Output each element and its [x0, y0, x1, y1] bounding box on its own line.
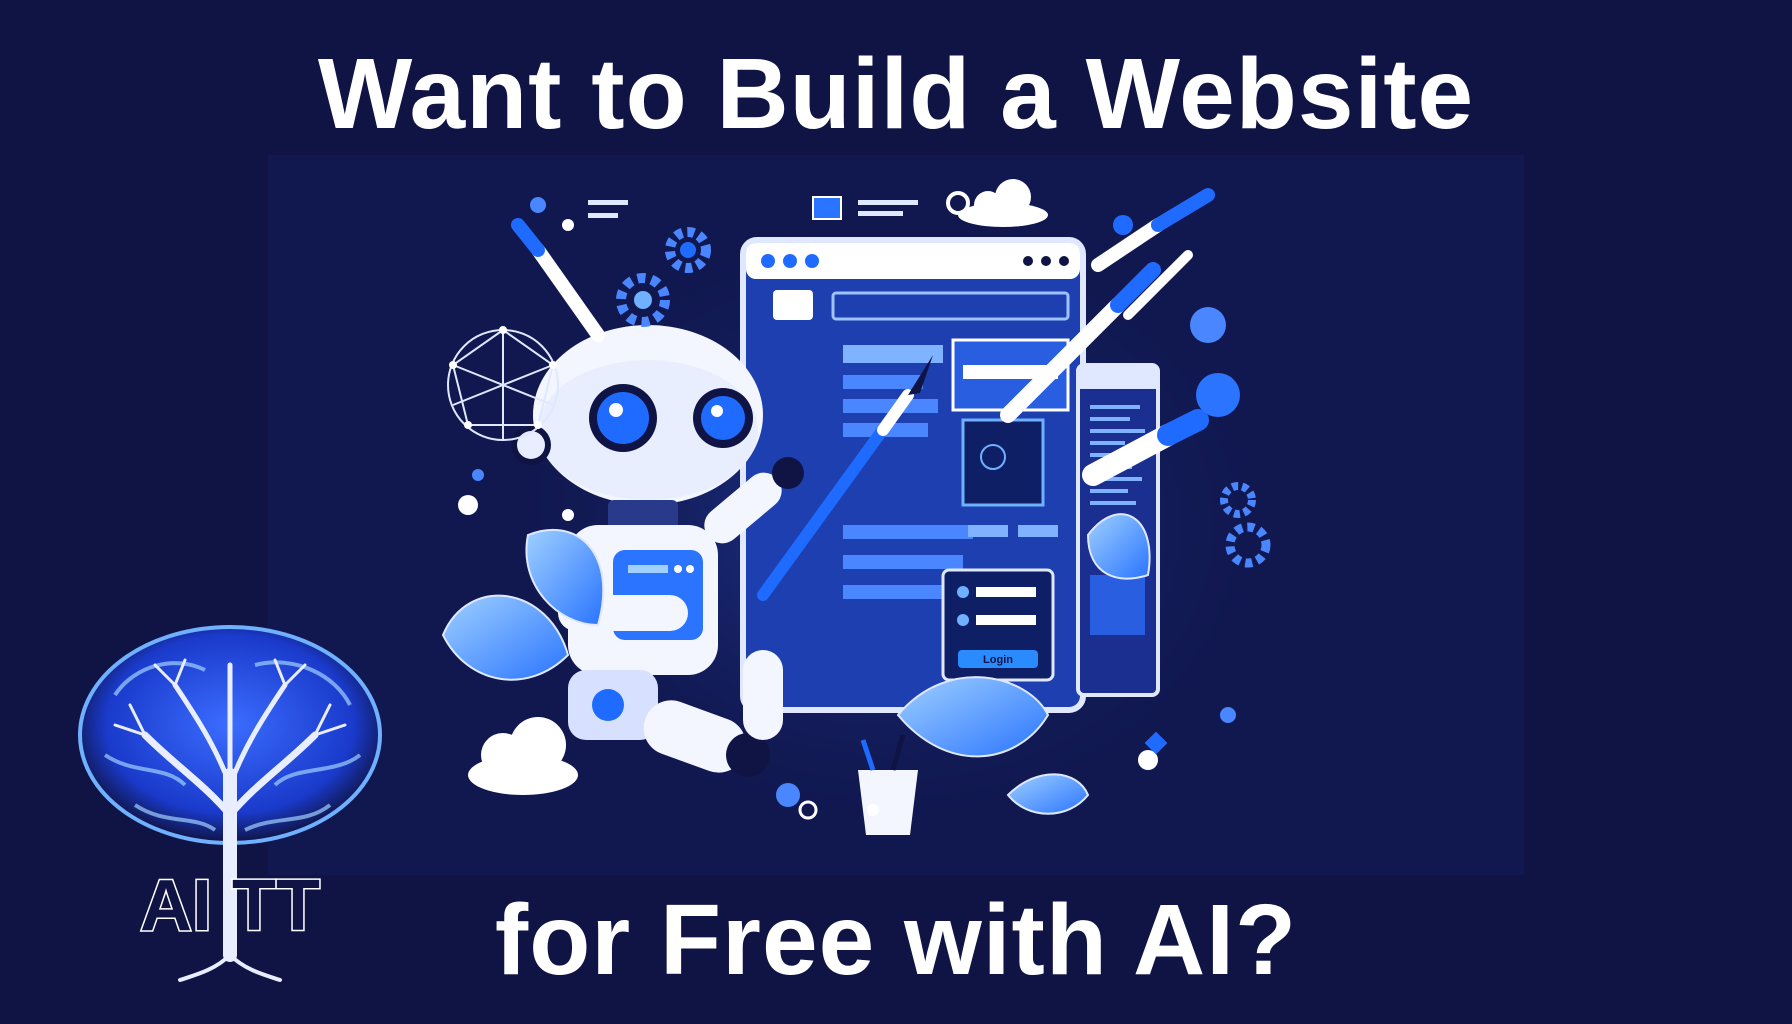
login-button-label: Login — [983, 654, 1013, 666]
logo-text: AI TT — [140, 866, 320, 946]
robot-web-design-illustration: Login — [268, 155, 1524, 875]
brain-tree-logo: AI TT — [78, 625, 382, 982]
headline-top: Want to Build a Website — [317, 38, 1475, 150]
